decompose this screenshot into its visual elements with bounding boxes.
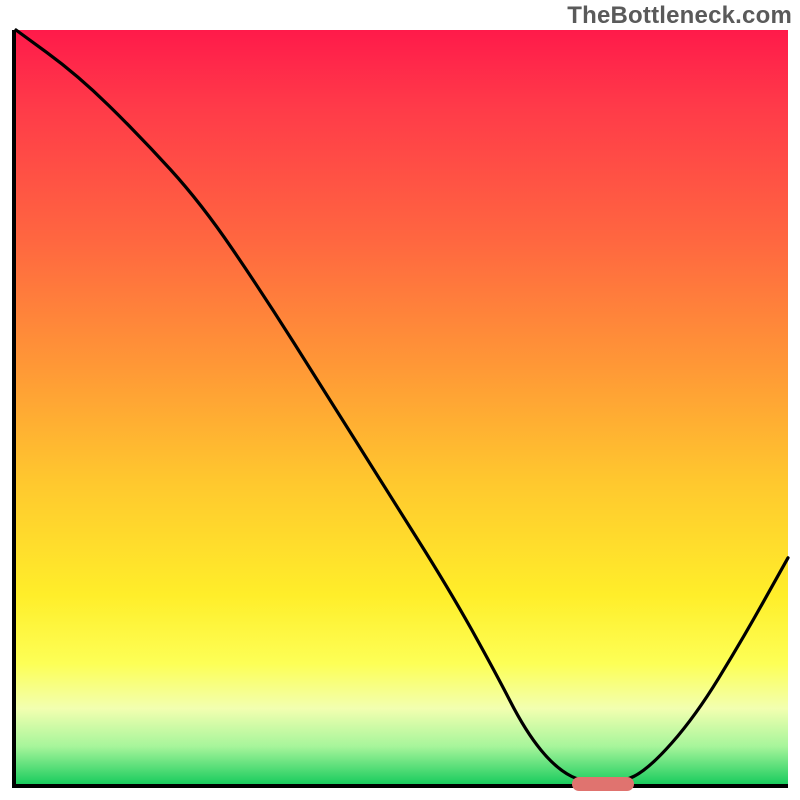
watermark-text: TheBottleneck.com	[567, 2, 792, 30]
optimum-marker	[572, 777, 634, 791]
bottleneck-curve	[16, 30, 788, 784]
plot-area	[12, 30, 788, 788]
curve-path	[16, 30, 788, 784]
bottleneck-chart: TheBottleneck.com	[0, 0, 800, 800]
